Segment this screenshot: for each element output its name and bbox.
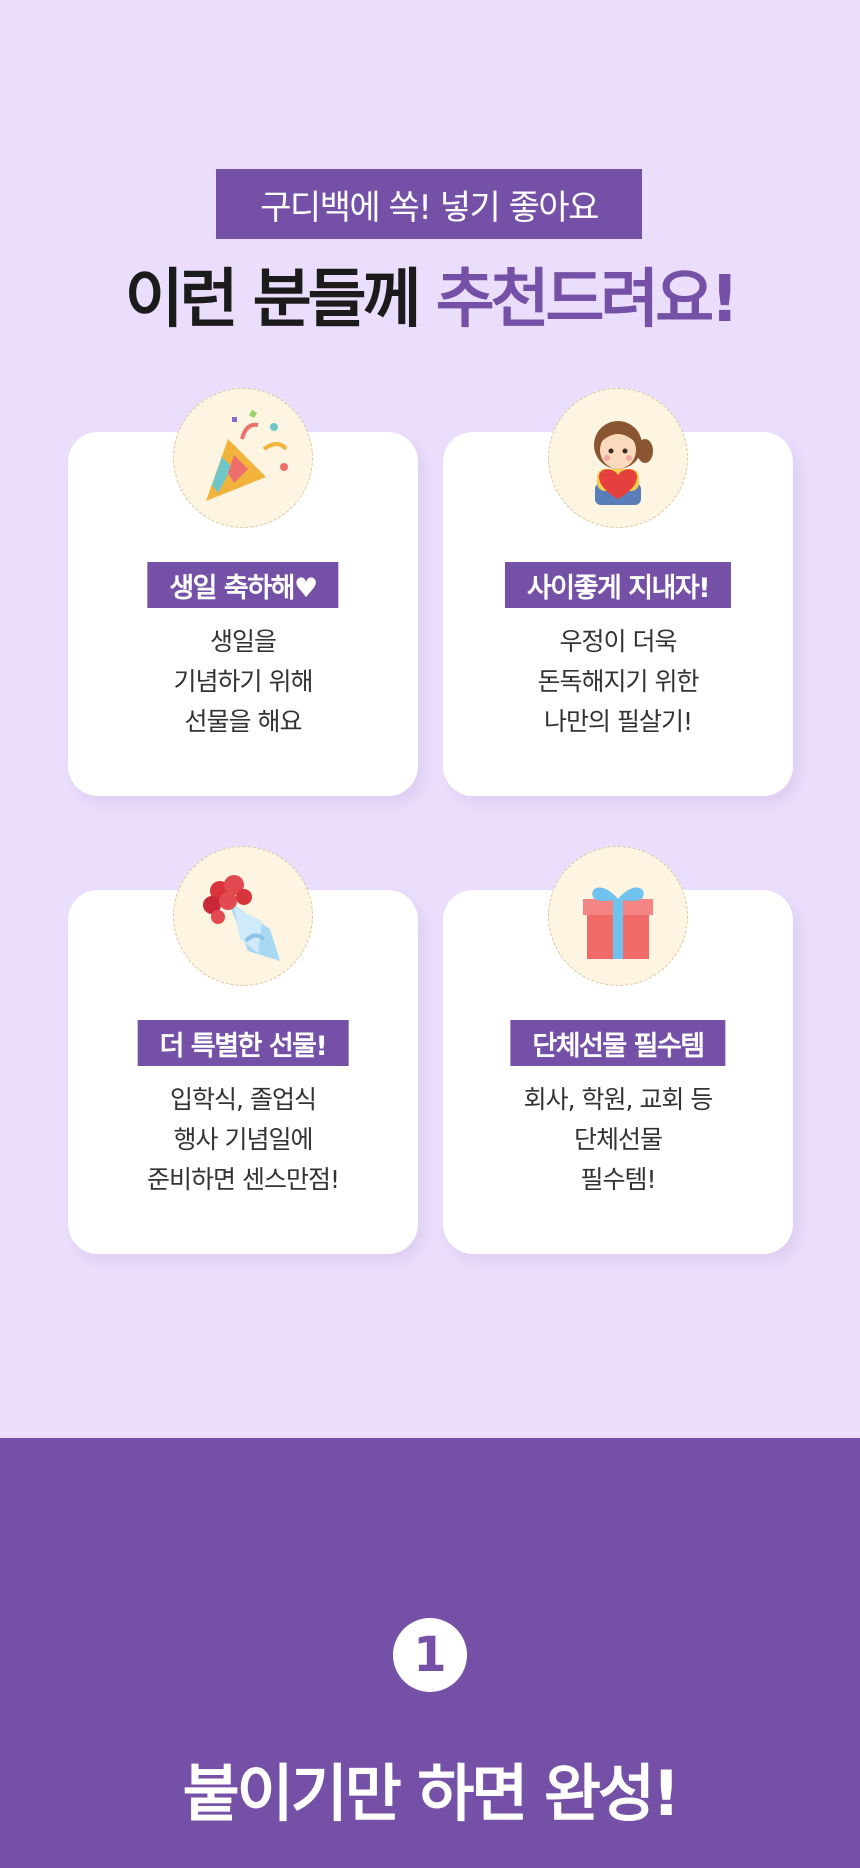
card-special-gift: 더 특별한 선물! 입학식, 졸업식 행사 기념일에 준비하면 센스만점! [68,846,418,1254]
card-description: 생일을 기념하기 위해 선물을 해요 [68,622,418,742]
card-birthday: 생일 축하해♥ 생일을 기념하기 위해 선물을 해요 [68,388,418,796]
step-number-badge: 1 [393,1618,467,1692]
card-line: 선물을 해요 [184,707,303,736]
card-friendship: 사이좋게 지내자! 우정이 더욱 돈독해지기 위한 나만의 필살기! [443,388,793,796]
card-line: 필수템! [580,1165,656,1194]
title-dark-part: 이런 분들께 [124,263,436,337]
card-line: 회사, 학원, 교회 등 [523,1085,714,1114]
card-tag: 더 특별한 선물! [137,1020,349,1066]
card-line: 돈독해지기 위한 [537,667,700,696]
card-description: 회사, 학원, 교회 등 단체선물 필수템! [443,1080,793,1200]
recommendation-section: 구디백에 쏙! 넣기 좋아요 이런 분들께 추천드려요! 생일 축하해♥ 생일을… [0,0,860,1438]
card-tag: 사이좋게 지내자! [504,562,732,608]
card-description: 입학식, 졸업식 행사 기념일에 준비하면 센스만점! [68,1080,418,1200]
card-tag: 단체선물 필수템 [510,1020,726,1066]
title-accent-part: 추천드려요! [435,263,740,337]
step-title: 붙이기만 하면 완성! [182,1757,681,1830]
card-group-gift: 단체선물 필수템 회사, 학원, 교회 등 단체선물 필수템! [443,846,793,1254]
page-title: 이런 분들께 추천드려요! [0,262,860,338]
sub-label-banner: 구디백에 쏙! 넣기 좋아요 [216,169,642,239]
flower-bouquet-icon [173,846,313,986]
card-line: 나만의 필살기! [544,707,693,736]
card-line: 입학식, 졸업식 [170,1085,317,1114]
card-line: 생일을 [209,627,277,656]
card-line: 단체선물 [573,1125,663,1154]
card-line: 우정이 더욱 [559,627,678,656]
step-section: 1 붙이기만 하면 완성! [0,1438,860,1868]
gift-box-icon [548,846,688,986]
party-popper-icon [173,388,313,528]
girl-with-heart-icon [548,388,688,528]
card-description: 우정이 더욱 돈독해지기 위한 나만의 필살기! [443,622,793,742]
card-line: 준비하면 센스만점! [147,1165,340,1194]
card-line: 기념하기 위해 [173,667,314,696]
card-line: 행사 기념일에 [173,1125,314,1154]
card-tag: 생일 축하해♥ [147,562,339,608]
